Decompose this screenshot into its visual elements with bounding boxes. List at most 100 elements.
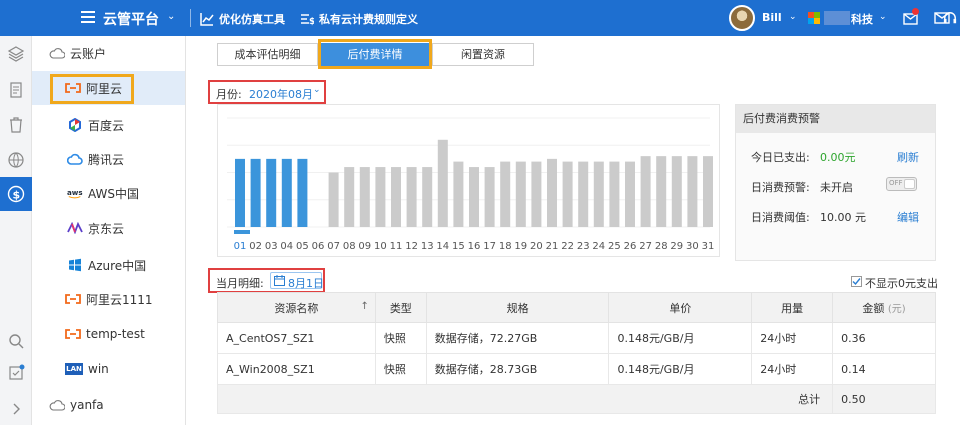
- chart-tick-label[interactable]: 18: [499, 241, 512, 252]
- chart-bar-day-08[interactable]: [344, 167, 355, 227]
- chart-tick-label[interactable]: 01: [234, 241, 247, 252]
- chart-bar-day-03[interactable]: [266, 158, 277, 227]
- tree-item-jd[interactable]: 京东云: [32, 211, 185, 245]
- table-row[interactable]: A_Win2008_SZ1 快照 数据存储，28.73GB 0.148元/GB/…: [217, 353, 936, 385]
- layers-icon[interactable]: [7, 45, 25, 63]
- chart-bar-day-16[interactable]: [469, 167, 479, 227]
- chart-bar-day-11[interactable]: [391, 167, 401, 227]
- chart-bar-day-05[interactable]: [297, 158, 308, 227]
- chart-bar-day-02[interactable]: [250, 158, 261, 227]
- chart-tick-label[interactable]: 02: [249, 241, 262, 252]
- edit-link[interactable]: 编辑: [897, 209, 919, 225]
- chart-tick-label[interactable]: 27: [639, 241, 652, 252]
- tree-item-win[interactable]: LAN win: [32, 352, 185, 386]
- table-row[interactable]: A_CentOS7_SZ1 快照 数据存储，72.27GB 0.148元/GB/…: [217, 322, 936, 354]
- chart-tick-label[interactable]: 25: [608, 241, 621, 252]
- chart-tick-label[interactable]: 22: [561, 241, 574, 252]
- avatar[interactable]: [729, 5, 755, 31]
- chart-bar-day-13[interactable]: [422, 167, 433, 227]
- chart-tick-label[interactable]: 05: [296, 241, 309, 252]
- trash-icon[interactable]: [7, 116, 25, 134]
- tree-item-azure[interactable]: Azure中国: [32, 248, 185, 282]
- chart-tick-label[interactable]: 03: [265, 241, 278, 252]
- tree-item-aliyun1111[interactable]: 阿里云1111: [32, 282, 185, 316]
- optimize-tool-link[interactable]: 优化仿真工具: [200, 11, 285, 27]
- chart-tick-label[interactable]: 31: [702, 241, 715, 252]
- tree-item-tencent[interactable]: 腾讯云: [32, 142, 185, 176]
- chart-tick-label[interactable]: 13: [421, 241, 434, 252]
- chart-bar-day-19[interactable]: [515, 161, 526, 227]
- hide-zero-checkbox[interactable]: [851, 276, 862, 287]
- chart-tick-label[interactable]: 29: [670, 241, 683, 252]
- chart-bar-day-07[interactable]: [328, 172, 339, 228]
- chevron-down-icon[interactable]: ⌄: [879, 12, 887, 22]
- chart-bar-day-23[interactable]: [578, 161, 589, 227]
- tree-root-yanfa[interactable]: yanfa: [32, 388, 185, 422]
- chart-bar-day-29[interactable]: [671, 156, 682, 227]
- chart-tick-label[interactable]: 08: [343, 241, 356, 252]
- chart-tick-label[interactable]: 17: [483, 241, 496, 252]
- chart-bar-day-18[interactable]: [500, 161, 511, 227]
- chevron-down-icon[interactable]: ⌄: [167, 11, 175, 22]
- org-name[interactable]: 科技: [851, 11, 873, 27]
- col-resource-name[interactable]: 资源名称 ↑: [217, 292, 376, 323]
- chart-bar-day-20[interactable]: [531, 161, 542, 227]
- chart-bar-day-30[interactable]: [687, 156, 698, 227]
- chart-bar-day-09[interactable]: [359, 167, 370, 227]
- chart-tick-label[interactable]: 15: [452, 241, 465, 252]
- sort-arrow-icon[interactable]: ↑: [360, 301, 368, 312]
- chart-tick-label[interactable]: 06: [312, 241, 325, 252]
- chart-tick-label[interactable]: 04: [280, 241, 293, 252]
- tree-item-baidu[interactable]: 百度云: [32, 108, 185, 142]
- chart-tick-label[interactable]: 16: [468, 241, 481, 252]
- hamburger-menu-icon[interactable]: [81, 11, 95, 23]
- chart-tick-label[interactable]: 30: [686, 241, 699, 252]
- date-value[interactable]: 8月1日: [288, 275, 324, 291]
- billing-rule-link[interactable]: $ 私有云计费规则定义: [300, 11, 418, 27]
- chart-tick-label[interactable]: 21: [546, 241, 559, 252]
- chart-bar-day-24[interactable]: [593, 161, 604, 227]
- chevron-down-icon[interactable]: ⌄: [313, 85, 321, 95]
- chart-bar-day-31[interactable]: [703, 156, 713, 227]
- expand-chevron-icon[interactable]: [7, 400, 25, 418]
- tree-item-temp-test[interactable]: temp-test: [32, 317, 185, 351]
- chart-tick-label[interactable]: 14: [436, 241, 449, 252]
- daily-alert-toggle[interactable]: OFF: [886, 177, 917, 191]
- chart-tick-label[interactable]: 07: [327, 241, 340, 252]
- chart-bar-day-01[interactable]: [235, 158, 245, 227]
- month-select[interactable]: 2020年08月: [249, 86, 313, 102]
- chart-tick-label[interactable]: 24: [592, 241, 605, 252]
- chart-tick-label[interactable]: 23: [577, 241, 590, 252]
- chart-tick-label[interactable]: 19: [514, 241, 527, 252]
- chart-tick-label[interactable]: 09: [358, 241, 371, 252]
- tree-root-cloud-accounts[interactable]: 云账户: [32, 36, 185, 70]
- headset-icon[interactable]: [943, 10, 957, 26]
- app-title[interactable]: 云管平台: [103, 9, 159, 29]
- tab-idle-resources[interactable]: 闲置资源: [432, 43, 534, 66]
- globe-icon[interactable]: [7, 151, 25, 169]
- chart-bar-day-15[interactable]: [453, 161, 464, 227]
- search-icon[interactable]: [7, 332, 25, 350]
- chevron-down-icon[interactable]: ⌄: [789, 12, 797, 22]
- chart-bar-day-22[interactable]: [562, 161, 573, 227]
- task-check-icon[interactable]: [7, 364, 25, 382]
- chart-tick-label[interactable]: 26: [624, 241, 637, 252]
- document-icon[interactable]: [7, 81, 25, 99]
- chart-bar-day-04[interactable]: [281, 158, 292, 227]
- chart-bar-day-14[interactable]: [437, 139, 448, 227]
- chart-bar-day-21[interactable]: [547, 158, 557, 227]
- chart-bar-day-10[interactable]: [375, 167, 386, 227]
- chart-tick-label[interactable]: 11: [390, 241, 403, 252]
- tree-item-aws[interactable]: aws AWS中国: [32, 176, 185, 210]
- chart-tick-label[interactable]: 20: [530, 241, 543, 252]
- chart-bar-day-26[interactable]: [625, 161, 635, 227]
- chart-bar-day-17[interactable]: [484, 167, 495, 227]
- chart-bar-day-12[interactable]: [406, 167, 417, 227]
- chart-tick-label[interactable]: 12: [405, 241, 418, 252]
- dollar-icon[interactable]: $: [7, 185, 25, 203]
- refresh-link[interactable]: 刷新: [897, 149, 919, 165]
- chart-tick-label[interactable]: 28: [655, 241, 668, 252]
- chart-tick-label[interactable]: 10: [374, 241, 387, 252]
- chart-bar-day-28[interactable]: [656, 156, 667, 227]
- tab-cost-estimate[interactable]: 成本评估明细: [217, 43, 318, 66]
